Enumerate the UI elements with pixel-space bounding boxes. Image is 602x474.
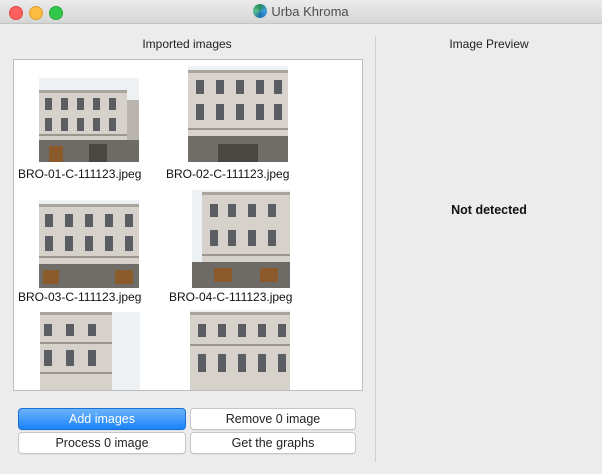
thumbnail-label: BRO-01-C-111123.jpeg	[18, 167, 142, 181]
thumbnail-label: BRO-03-C-111123.jpeg	[18, 290, 142, 304]
thumbnail-bro-06[interactable]	[190, 310, 290, 390]
app-globe-icon	[253, 4, 268, 18]
building-photo-image	[190, 310, 290, 390]
building-photo-image	[39, 78, 139, 162]
building-photo-image	[39, 200, 139, 288]
building-photo-image	[188, 66, 288, 162]
building-photo-image	[40, 312, 140, 390]
imported-images-heading: Imported images	[142, 37, 232, 51]
title-bar: Urba Khroma	[0, 0, 602, 24]
imported-images-list[interactable]: BRO-01-C-111123.jpeg BRO-02-C-111123.jpe…	[13, 59, 363, 391]
thumbnail-bro-03[interactable]	[39, 200, 139, 293]
add-images-button[interactable]: Add images	[18, 408, 186, 430]
thumbnail-bro-05[interactable]	[40, 312, 140, 390]
window-title-area: Urba Khroma	[0, 4, 602, 19]
window-title: Urba Khroma	[271, 4, 349, 19]
get-graphs-button[interactable]: Get the graphs	[190, 432, 356, 454]
building-photo-image	[192, 190, 290, 288]
app-window: Urba Khroma Imported images BRO-01-C-111…	[0, 0, 602, 474]
thumbnail-label: BRO-04-C-111123.jpeg	[169, 290, 293, 304]
thumbnail-bro-02[interactable]	[188, 66, 288, 167]
thumbnail-label: BRO-02-C-111123.jpeg	[166, 167, 290, 181]
panel-divider	[375, 36, 376, 462]
preview-status: Not detected	[451, 203, 527, 217]
remove-image-button[interactable]: Remove 0 image	[190, 408, 356, 430]
image-preview-heading: Image Preview	[449, 37, 529, 51]
process-image-button[interactable]: Process 0 image	[18, 432, 186, 454]
thumbnail-bro-01[interactable]	[39, 78, 139, 167]
thumbnail-bro-04[interactable]	[192, 190, 290, 293]
